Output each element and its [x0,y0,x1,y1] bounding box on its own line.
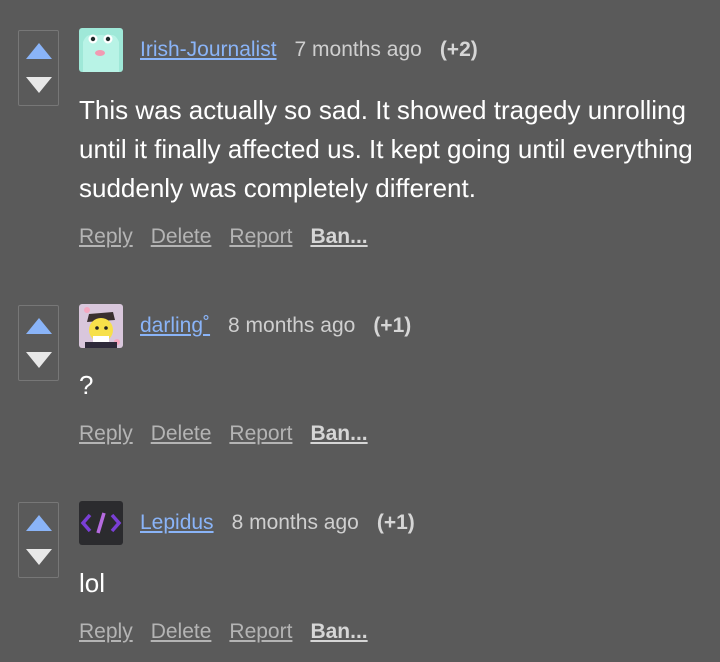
upvote-arrow-icon[interactable] [25,511,53,535]
comment-meta: darling˚ 8 months ago (+1) [140,304,411,348]
downvote-arrow-icon[interactable] [25,545,53,569]
comment-meta: Irish-Journalist 7 months ago (+2) [140,28,478,72]
comment-actions: Reply Delete Report Ban... [79,225,386,249]
username-link[interactable]: Lepidus [140,511,214,535]
ban-link[interactable]: Ban... [310,225,367,249]
vote-box [18,502,59,578]
comment-actions: Reply Delete Report Ban... [79,620,386,644]
delete-link[interactable]: Delete [151,422,212,446]
reply-link[interactable]: Reply [79,225,133,249]
reply-link[interactable]: Reply [79,422,133,446]
downvote-arrow-icon[interactable] [25,348,53,372]
code-brackets-avatar-icon[interactable] [79,501,123,545]
username-link[interactable]: Irish-Journalist [140,38,277,62]
comment-body: ? [79,370,94,400]
ban-link[interactable]: Ban... [310,422,367,446]
comment-actions: Reply Delete Report Ban... [79,422,386,446]
comment-body: lol [79,568,106,598]
report-link[interactable]: Report [229,225,292,249]
ban-link[interactable]: Ban... [310,620,367,644]
vote-box [18,30,59,106]
report-link[interactable]: Report [229,620,292,644]
score-badge: (+1) [373,314,412,337]
vote-box [18,305,59,381]
comment-body: This was actually so sad. It showed trag… [79,95,693,203]
frog-avatar-icon[interactable] [79,28,123,72]
downvote-arrow-icon[interactable] [25,73,53,97]
username-link[interactable]: darling˚ [140,314,210,338]
score-badge: (+1) [376,511,415,534]
timestamp: 8 months ago [231,511,359,534]
comment-meta: Lepidus 8 months ago (+1) [140,501,415,545]
delete-link[interactable]: Delete [151,620,212,644]
upvote-arrow-icon[interactable] [25,39,53,63]
timestamp: 7 months ago [294,38,422,61]
timestamp: 8 months ago [228,314,356,337]
anime-character-avatar-icon[interactable] [79,304,123,348]
upvote-arrow-icon[interactable] [25,314,53,338]
score-badge: (+2) [439,38,478,61]
delete-link[interactable]: Delete [151,225,212,249]
reply-link[interactable]: Reply [79,620,133,644]
report-link[interactable]: Report [229,422,292,446]
